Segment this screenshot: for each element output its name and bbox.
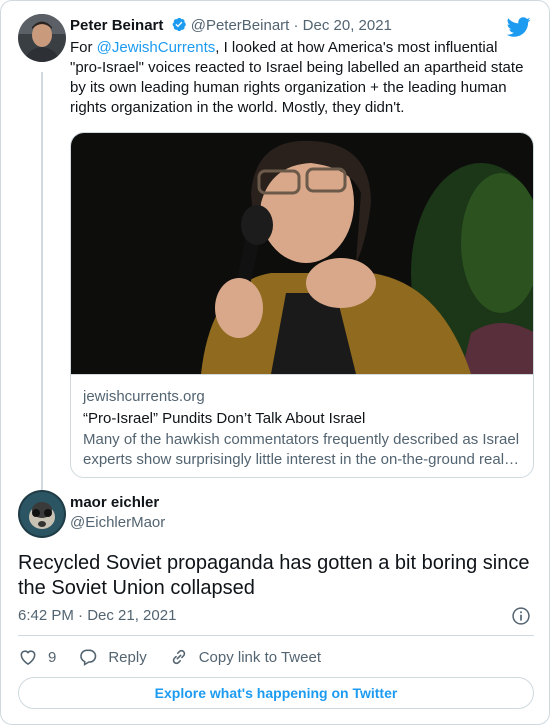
author-name[interactable]: Peter Beinart	[70, 17, 163, 34]
action-bar: 9 Reply Copy link to Tweet	[18, 647, 343, 667]
heart-icon	[20, 650, 36, 666]
reply-author-name[interactable]: maor eichler	[70, 493, 159, 513]
profile-photo-icon	[18, 14, 66, 62]
mention-link[interactable]: @JewishCurrents	[97, 39, 216, 56]
avatar[interactable]	[18, 14, 66, 62]
parent-tweet-header: Peter Beinart @PeterBeinart · Dec 20, 20…	[70, 16, 392, 36]
copy-link-button[interactable]: Copy link to Tweet	[169, 647, 321, 667]
reply-tweet-text: Recycled Soviet propaganda has gotten a …	[18, 552, 530, 599]
like-count: 9	[48, 648, 57, 666]
thread-connector-line	[41, 72, 43, 494]
reply-button[interactable]: Reply	[78, 647, 147, 667]
parent-tweet-text: For @JewishCurrents, I looked at how Ame…	[70, 38, 530, 118]
tweet-embed-card: Peter Beinart @PeterBeinart · Dec 20, 20…	[0, 0, 550, 725]
reply-label: Reply	[108, 648, 147, 666]
link-domain: jewishcurrents.org	[83, 388, 205, 405]
copy-link-label: Copy link to Tweet	[198, 648, 321, 666]
separator-dot: ·	[293, 17, 299, 34]
tweet-date[interactable]: Dec 20, 2021	[303, 17, 392, 34]
twitter-bird-icon[interactable]	[507, 15, 531, 39]
reply-bubble-icon	[80, 649, 97, 666]
reply-timestamp[interactable]: 6:42 PM · Dec 21, 2021	[18, 606, 176, 626]
link-preview-card[interactable]: jewishcurrents.org “Pro-Israel” Pundits …	[70, 132, 534, 478]
reply-avatar[interactable]	[18, 490, 66, 538]
reply-profile-photo-icon	[18, 490, 66, 538]
article-image	[71, 133, 533, 374]
like-button[interactable]: 9	[18, 647, 56, 667]
link-icon	[172, 649, 185, 665]
info-icon[interactable]	[511, 606, 531, 626]
reply-author-handle[interactable]: @EichlerMaor	[70, 513, 165, 533]
tweet-text-prefix: For	[70, 39, 97, 56]
author-handle[interactable]: @PeterBeinart	[191, 17, 290, 34]
link-title: “Pro-Israel” Pundits Don’t Talk About Is…	[83, 410, 366, 427]
explore-twitter-button[interactable]: Explore what's happening on Twitter	[18, 677, 534, 709]
link-card-body: jewishcurrents.org “Pro-Israel” Pundits …	[71, 374, 533, 477]
verified-badge-icon	[172, 17, 186, 32]
divider	[18, 635, 534, 636]
link-description: Many of the hawkish commentators frequen…	[83, 431, 520, 468]
